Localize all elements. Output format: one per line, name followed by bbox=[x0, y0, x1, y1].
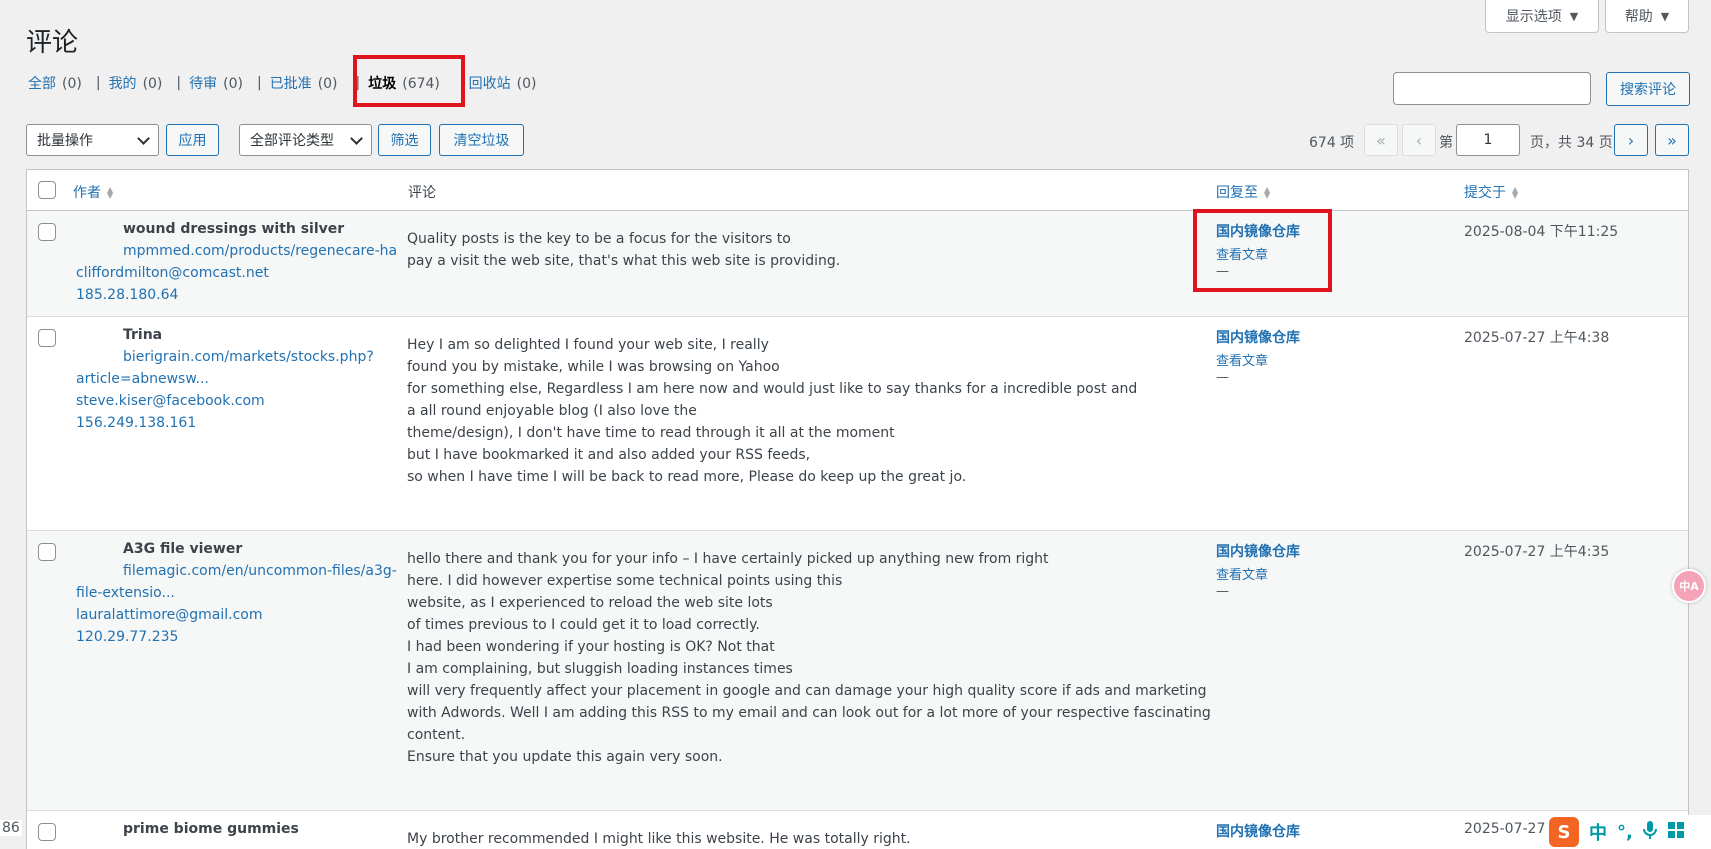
submitted-date: 2025-08-04 下午11:25 bbox=[1464, 224, 1619, 240]
table-row: prime biome gummies My brother recommend… bbox=[27, 811, 1688, 849]
row-checkbox[interactable] bbox=[38, 223, 56, 241]
next-page-button[interactable]: › bbox=[1614, 124, 1648, 156]
author-ip[interactable]: 185.28.180.64 bbox=[76, 284, 178, 306]
view-post-link[interactable]: 查看文章 bbox=[1216, 564, 1268, 583]
sort-icon: ▲ ▼ bbox=[1264, 185, 1271, 200]
ime-punctuation-icon[interactable]: °, bbox=[1617, 822, 1633, 843]
response-dash: — bbox=[1216, 584, 1229, 599]
prev-page-button[interactable]: ‹ bbox=[1402, 124, 1436, 156]
filter-button[interactable]: 筛选 bbox=[378, 124, 431, 156]
filter-approved[interactable]: 已批准 (0) bbox=[270, 73, 338, 93]
author-name: A3G file viewer bbox=[123, 541, 243, 557]
sort-icon: ▲ ▼ bbox=[1512, 185, 1519, 200]
column-comment: 评论 bbox=[408, 185, 436, 201]
help-button[interactable]: 帮助 ▼ bbox=[1605, 0, 1689, 33]
sogou-logo-icon[interactable]: S bbox=[1549, 817, 1579, 847]
microphone-icon[interactable] bbox=[1642, 820, 1657, 844]
row-checkbox[interactable] bbox=[38, 329, 56, 347]
comment-text: hello there and thank you for your info … bbox=[407, 551, 1211, 765]
author-url[interactable]: bierigrain.com/markets/stocks.php? bbox=[123, 346, 374, 368]
author-ip[interactable]: 120.29.77.235 bbox=[76, 626, 178, 648]
author-email[interactable]: steve.kiser@facebook.com bbox=[76, 390, 265, 412]
comment-text: Quality posts is the key to be a focus f… bbox=[407, 231, 841, 269]
author-name: prime biome gummies bbox=[123, 821, 299, 837]
ime-toolbar: S 中 °, bbox=[1545, 815, 1711, 849]
comment-text: Hey I am so delighted I found your web s… bbox=[407, 337, 1138, 485]
table-row: Trina bierigrain.com/markets/stocks.php?… bbox=[27, 317, 1688, 531]
column-submitted[interactable]: 提交于 ▲ ▼ bbox=[1464, 182, 1518, 202]
response-post-link[interactable]: 国内镜像仓库 bbox=[1216, 327, 1300, 347]
filter-mine[interactable]: 我的 (0) bbox=[109, 73, 163, 93]
ime-chinese-mode[interactable]: 中 bbox=[1589, 819, 1607, 845]
table-header: 作者 ▲ ▼ 评论 回复至 ▲ ▼ 提交于 ▲ ▼ bbox=[27, 170, 1688, 211]
table-row: wound dressings with silver mpmmed.com/p… bbox=[27, 211, 1688, 317]
submitted-date: 2025-07-27 上午4:35 bbox=[1464, 544, 1610, 560]
caret-down-icon: ▼ bbox=[1660, 9, 1670, 23]
table-row: A3G file viewer filemagic.com/en/uncommo… bbox=[27, 531, 1688, 811]
chevron-down-icon bbox=[137, 131, 150, 145]
tablenav-top: 批量操作 应用 全部评论类型 筛选 清空垃圾 674 项 « ‹ 第 1 页，共… bbox=[26, 124, 1689, 158]
screen-options-button[interactable]: 显示选项 ▼ bbox=[1485, 0, 1599, 33]
caret-down-icon: ▼ bbox=[1569, 9, 1579, 23]
column-author[interactable]: 作者 ▲ ▼ bbox=[73, 182, 113, 202]
last-page-button[interactable]: » bbox=[1655, 124, 1689, 156]
row-checkbox[interactable] bbox=[38, 543, 56, 561]
search-comments-button[interactable]: 搜索评论 bbox=[1606, 72, 1690, 106]
submitted-date: 2025-07-27 上午4:38 bbox=[1464, 330, 1610, 346]
first-page-button[interactable]: « bbox=[1364, 124, 1398, 156]
screen-options-label: 显示选项 bbox=[1505, 9, 1562, 25]
items-count: 674 项 bbox=[1309, 135, 1355, 151]
filter-all[interactable]: 全部 (0) bbox=[28, 73, 82, 93]
search-input[interactable] bbox=[1393, 72, 1591, 105]
page-prefix: 第 bbox=[1439, 135, 1453, 151]
row-checkbox[interactable] bbox=[38, 823, 56, 841]
select-all-checkbox[interactable] bbox=[38, 181, 56, 199]
filter-pending[interactable]: 待审 (0) bbox=[189, 73, 243, 93]
apply-button[interactable]: 应用 bbox=[166, 124, 219, 156]
side-number: 86 bbox=[0, 820, 22, 836]
sort-icon: ▲ ▼ bbox=[107, 185, 114, 200]
response-post-link[interactable]: 国内镜像仓库 bbox=[1216, 821, 1300, 841]
view-post-link[interactable]: 查看文章 bbox=[1216, 350, 1268, 369]
translate-badge-icon[interactable]: 中A bbox=[1672, 569, 1706, 603]
spam-highlight-box bbox=[353, 55, 465, 107]
column-response[interactable]: 回复至 ▲ ▼ bbox=[1216, 182, 1270, 202]
empty-spam-button[interactable]: 清空垃圾 bbox=[439, 124, 524, 156]
response-highlight-box bbox=[1193, 209, 1332, 292]
author-url[interactable]: filemagic.com/en/uncommon-files/a3g- bbox=[123, 560, 397, 582]
author-url-continued[interactable]: article=abnewsw... bbox=[76, 368, 209, 390]
comments-table: 作者 ▲ ▼ 评论 回复至 ▲ ▼ 提交于 ▲ ▼ wound dressings with… bbox=[26, 169, 1689, 849]
response-post-link[interactable]: 国内镜像仓库 bbox=[1216, 541, 1300, 561]
current-page-input[interactable]: 1 bbox=[1456, 124, 1520, 156]
page-title: 评论 bbox=[26, 28, 79, 58]
keyboard-grid-icon[interactable] bbox=[1667, 821, 1685, 844]
bulk-action-select[interactable]: 批量操作 bbox=[26, 124, 159, 156]
comment-text: My brother recommended I might like this… bbox=[407, 831, 911, 847]
page-suffix: 页，共 34 页 bbox=[1530, 135, 1613, 151]
author-url-continued[interactable]: file-extensio... bbox=[76, 582, 175, 604]
author-email[interactable]: lauralattimore@gmail.com bbox=[76, 604, 263, 626]
response-dash: — bbox=[1216, 370, 1229, 385]
chevron-down-icon bbox=[350, 131, 363, 145]
author-email[interactable]: cliffordmilton@comcast.net bbox=[76, 262, 269, 284]
help-label: 帮助 bbox=[1624, 9, 1653, 25]
author-name: wound dressings with silver bbox=[123, 221, 345, 237]
author-name: Trina bbox=[123, 327, 163, 343]
comment-type-select[interactable]: 全部评论类型 bbox=[239, 124, 372, 156]
author-url[interactable]: mpmmed.com/products/regenecare-ha bbox=[123, 240, 397, 262]
filter-trash[interactable]: 回收站 (0) bbox=[469, 73, 537, 93]
author-ip[interactable]: 156.249.138.161 bbox=[76, 412, 196, 434]
submitted-date: 2025-07-27 bbox=[1464, 821, 1546, 837]
